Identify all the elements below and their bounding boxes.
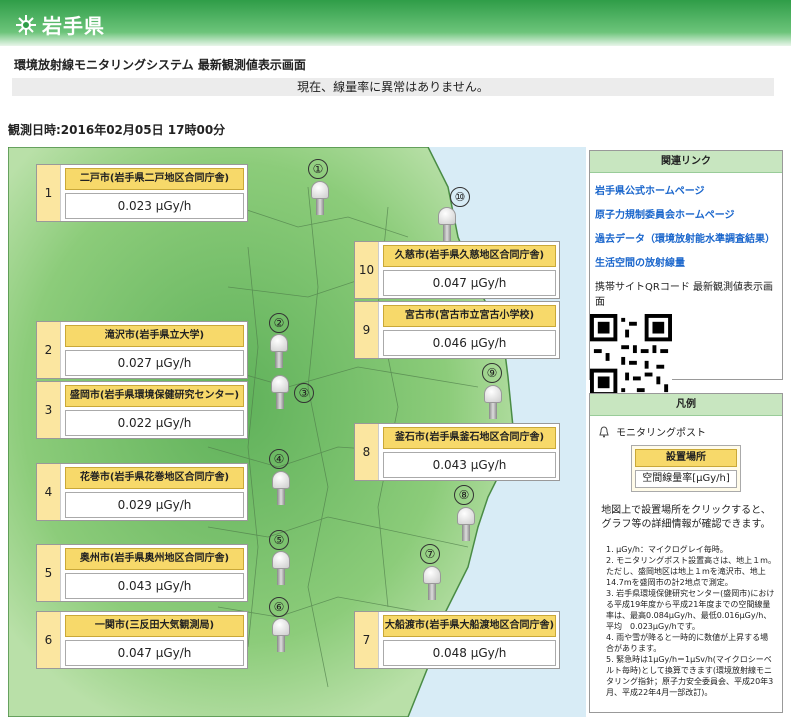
site-value: 0.047 μGy/h	[383, 270, 556, 296]
site-name[interactable]: 大船渡市(岩手県大船渡地区合同庁舎)	[383, 615, 556, 637]
site-value: 0.043 μGy/h	[65, 573, 244, 599]
site-number: 7	[355, 612, 379, 668]
site-box-3[interactable]: 3 盛岡市(岩手県環境保健研究センター) 0.022 μGy/h	[36, 381, 248, 439]
site-name[interactable]: 滝沢市(岩手県立大学)	[65, 325, 244, 347]
related-links-title: 関連リンク	[590, 151, 782, 173]
note-item: 3. 岩手県環境保健研究センター(盛岡市)における平成19年度から平成21年度ま…	[606, 589, 775, 631]
site-box-5[interactable]: 5 奥州市(岩手県奥州地区合同庁舎) 0.043 μGy/h	[36, 544, 248, 602]
site-name[interactable]: 久慈市(岩手県久慈地区合同庁舎)	[383, 245, 556, 267]
monitoring-post-9[interactable]	[482, 385, 504, 421]
page-header: 岩手県	[0, 0, 791, 46]
site-box-8[interactable]: 8 釜石市(岩手県釜石地区合同庁舎) 0.043 μGy/h	[354, 423, 560, 481]
monitoring-post-7[interactable]	[421, 566, 443, 602]
site-box-10[interactable]: 10 久慈市(岩手県久慈地区合同庁舎) 0.047 μGy/h	[354, 241, 560, 299]
site-number: 4	[37, 464, 61, 520]
legend-notes: 1. μGy/h：マイクログレイ毎時。 2. モニタリングポスト設置高さは、地上…	[596, 544, 776, 698]
note-item: 2. モニタリングポスト設置高さは、地上１m。ただし、盛岡地区は地上１mを滝沢市…	[606, 556, 776, 587]
site-marker-4[interactable]: ④	[269, 449, 289, 469]
legend-post-row: モニタリングポスト	[598, 424, 782, 439]
site-box-9[interactable]: 9 宮古市(宮古市立宮古小学校) 0.046 μGy/h	[354, 301, 560, 359]
site-value: 0.022 μGy/h	[65, 410, 244, 436]
system-title: 環境放射線モニタリングシステム 最新観測値表示画面	[14, 58, 306, 72]
link-living-space-dose[interactable]: 生活空間の放射線量	[595, 254, 782, 269]
site-marker-8[interactable]: ⑧	[454, 485, 474, 505]
site-number: 5	[37, 545, 61, 601]
site-marker-5[interactable]: ⑤	[269, 530, 289, 550]
legend-sample-box: 設置場所 空間線量率[μGy/h]	[631, 445, 741, 492]
site-name[interactable]: 釜石市(岩手県釜石地区合同庁舎)	[383, 427, 556, 449]
note-item: 1. μGy/h：マイクログレイ毎時。	[606, 545, 728, 554]
site-marker-10[interactable]: ⑩	[450, 187, 470, 207]
site-number: 3	[37, 382, 61, 438]
legend-panel: 凡例 モニタリングポスト 設置場所 空間線量率[μGy/h] 地図上で設置場所を…	[589, 393, 783, 713]
prefecture-logo[interactable]: 岩手県	[14, 10, 105, 39]
legend-box-value: 空間線量率[μGy/h]	[635, 470, 737, 488]
site-name[interactable]: 一関市(三反田大気観測局)	[65, 615, 244, 637]
bell-icon	[599, 425, 609, 437]
site-box-1[interactable]: 1 二戸市(岩手県二戸地区合同庁舎) 0.023 μGy/h	[36, 164, 248, 222]
site-number: 9	[355, 302, 379, 358]
site-marker-1[interactable]: ①	[308, 159, 328, 179]
site-number: 2	[37, 322, 61, 378]
link-prefecture-site[interactable]: 岩手県公式ホームページ	[595, 182, 782, 197]
note-item: 4. 雨や雪が降ると一時的に数値が上昇する場合があります。	[606, 633, 769, 653]
site-name[interactable]: 盛岡市(岩手県環境保健研究センター)	[65, 385, 244, 407]
status-message: 現在、線量率に異常はありません。	[12, 78, 774, 96]
prefecture-emblem-icon	[16, 14, 36, 35]
monitoring-post-5[interactable]	[270, 551, 292, 587]
site-marker-9[interactable]: ⑨	[482, 363, 502, 383]
monitoring-post-2[interactable]	[268, 334, 290, 370]
legend-post-label: モニタリングポスト	[616, 428, 706, 439]
monitoring-post-6[interactable]	[270, 618, 292, 654]
legend-title: 凡例	[590, 394, 782, 416]
site-marker-3[interactable]: ③	[294, 383, 314, 403]
iwate-map[interactable]: ① ⑩ ② ③ ⑨ ④ ⑧ ⑤ ⑦ ⑥ 1 二戸市(岩手県二戸地区合同庁舎) 0…	[8, 147, 586, 717]
site-value: 0.048 μGy/h	[383, 640, 556, 666]
site-name[interactable]: 花巻市(岩手県花巻地区合同庁舎)	[65, 467, 244, 489]
site-value: 0.027 μGy/h	[65, 350, 244, 376]
site-number: 8	[355, 424, 379, 480]
monitoring-post-10[interactable]	[436, 207, 458, 243]
site-value: 0.023 μGy/h	[65, 193, 244, 219]
site-value: 0.047 μGy/h	[65, 640, 244, 666]
legend-box-name: 設置場所	[635, 449, 737, 467]
site-number: 6	[37, 612, 61, 668]
site-box-6[interactable]: 6 一関市(三反田大気観測局) 0.047 μGy/h	[36, 611, 248, 669]
site-box-7[interactable]: 7 大船渡市(岩手県大船渡地区合同庁舎) 0.048 μGy/h	[354, 611, 560, 669]
link-past-data[interactable]: 過去データ（環境放射能水準調査結果）	[595, 230, 782, 245]
site-name[interactable]: 二戸市(岩手県二戸地区合同庁舎)	[65, 168, 244, 190]
site-box-4[interactable]: 4 花巻市(岩手県花巻地区合同庁舎) 0.029 μGy/h	[36, 463, 248, 521]
qr-label: 携帯サイトQRコード 最新観測値表示画面	[595, 282, 773, 308]
observation-datetime: 観測日時:2016年02月05日 17時00分	[8, 123, 226, 137]
monitoring-post-3[interactable]	[269, 375, 291, 411]
qr-code[interactable]	[590, 314, 672, 396]
site-name[interactable]: 奥州市(岩手県奥州地区合同庁舎)	[65, 548, 244, 570]
site-value: 0.029 μGy/h	[65, 492, 244, 518]
site-marker-6[interactable]: ⑥	[269, 597, 289, 617]
site-number: 10	[355, 242, 379, 298]
site-value: 0.046 μGy/h	[383, 330, 556, 356]
monitoring-post-8[interactable]	[455, 507, 477, 543]
site-box-2[interactable]: 2 滝沢市(岩手県立大学) 0.027 μGy/h	[36, 321, 248, 379]
monitoring-post-4[interactable]	[270, 471, 292, 507]
logo-text: 岩手県	[42, 14, 105, 38]
related-links-panel: 関連リンク 岩手県公式ホームページ 原子力規制委員会ホームページ 過去データ（環…	[589, 150, 783, 396]
note-item: 5. 緊急時は1μGy/h＝1μSv/h(マイクロシーベルト毎時)として換算でき…	[606, 655, 774, 697]
monitoring-post-1[interactable]	[309, 181, 331, 217]
site-marker-7[interactable]: ⑦	[420, 544, 440, 564]
link-nra-site[interactable]: 原子力規制委員会ホームページ	[595, 206, 782, 221]
site-marker-2[interactable]: ②	[269, 313, 289, 333]
site-number: 1	[37, 165, 61, 221]
site-value: 0.043 μGy/h	[383, 452, 556, 478]
site-name[interactable]: 宮古市(宮古市立宮古小学校)	[383, 305, 556, 327]
legend-info: 地図上で設置場所をクリックすると、グラフ等の詳細情報が確認できます。	[601, 505, 771, 530]
